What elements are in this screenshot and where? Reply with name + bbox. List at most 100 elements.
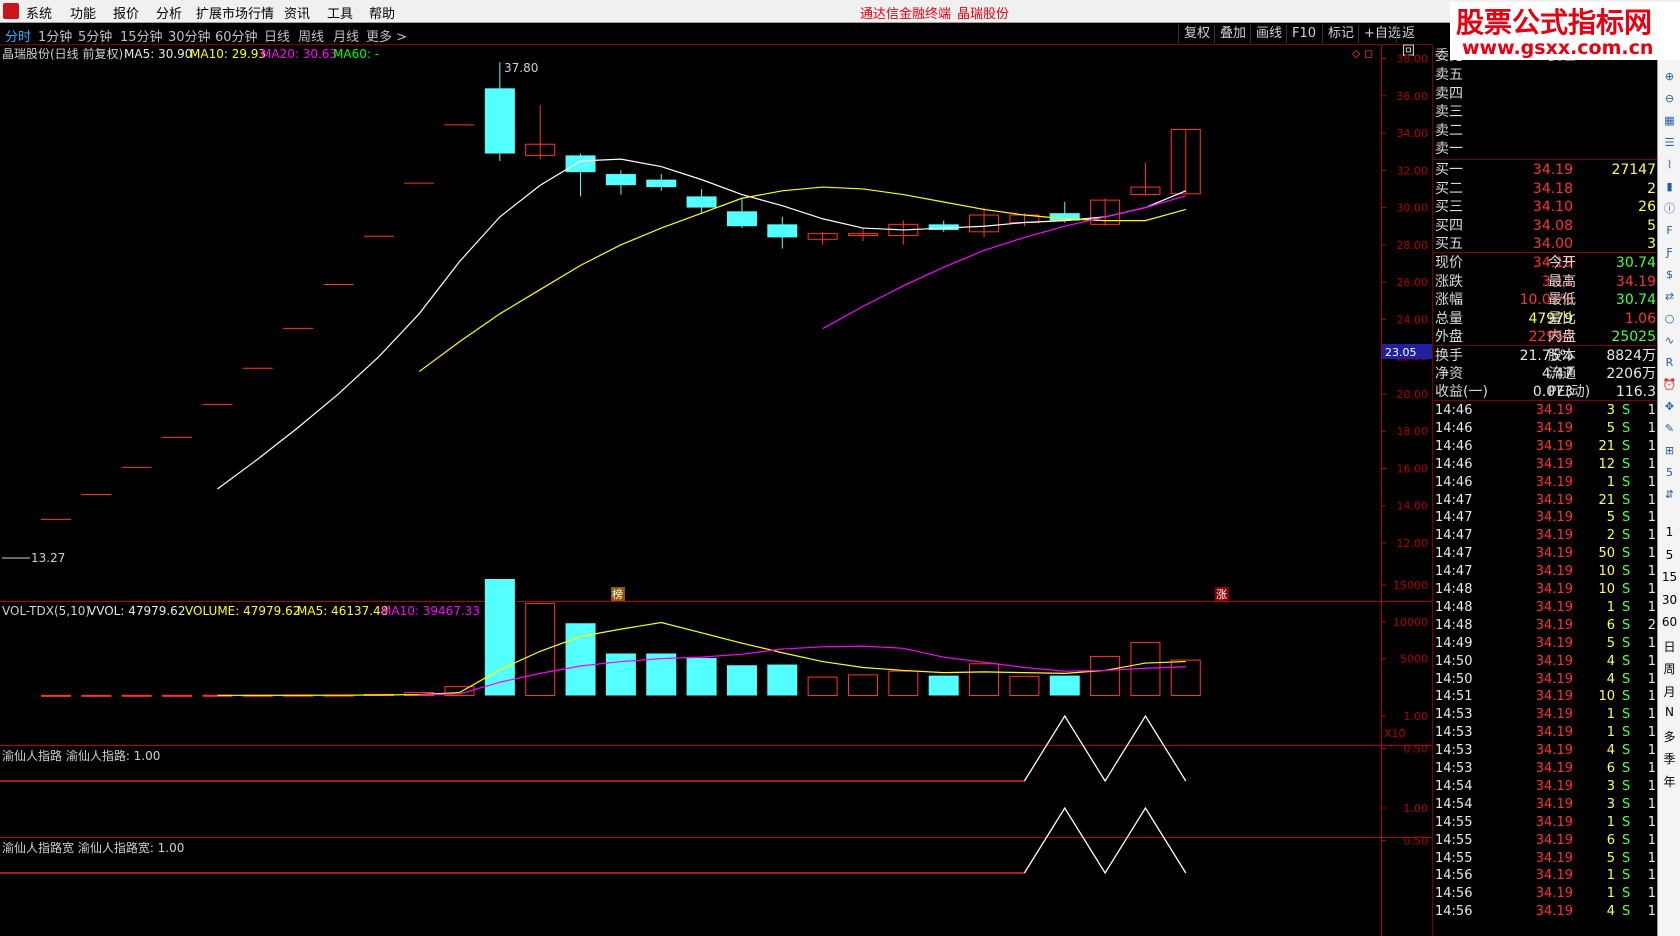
- rsi-icon[interactable]: R: [1661, 354, 1678, 371]
- trade-tick-row[interactable]: 14:48 34.19 1 S 1: [1433, 599, 1657, 617]
- period-5min[interactable]: 5分钟: [78, 26, 112, 45]
- period-shortcut-9[interactable]: N: [1658, 705, 1680, 719]
- f10-icon[interactable]: F: [1661, 222, 1678, 239]
- period-shortcut-2[interactable]: 5: [1658, 548, 1680, 562]
- period-shortcut-6[interactable]: 日: [1658, 638, 1680, 655]
- menu-function[interactable]: 功能: [70, 3, 96, 22]
- trade-tick-row[interactable]: 14:55 34.19 1 S 1: [1433, 814, 1657, 832]
- tick-volume: 6: [1606, 761, 1615, 776]
- f5-icon[interactable]: 5: [1661, 464, 1678, 481]
- vol-tick-label: 10000: [1393, 616, 1428, 629]
- menu-news[interactable]: 资讯: [284, 3, 310, 22]
- trade-tick-row[interactable]: 14:56 34.19 1 S 1: [1433, 867, 1657, 885]
- tick-side: S: [1622, 582, 1631, 597]
- trade-tick-row[interactable]: 14:47 34.19 2 S 1: [1433, 527, 1657, 545]
- badge-right[interactable]: 涨: [1216, 588, 1227, 601]
- tick-side: S: [1622, 456, 1631, 472]
- crosshair-icon[interactable]: ✥: [1661, 398, 1678, 415]
- trade-tick-row[interactable]: 14:46 34.19 21 S 1: [1433, 438, 1657, 456]
- alarm-icon[interactable]: ⏰: [1661, 376, 1678, 393]
- period-shortcut-5[interactable]: 60: [1658, 615, 1680, 629]
- list-icon[interactable]: ☰: [1661, 134, 1678, 151]
- period-shortcut-10[interactable]: 多: [1658, 728, 1680, 745]
- period-shortcut-11[interactable]: 季: [1658, 750, 1680, 767]
- trade-tick-row[interactable]: 14:46 34.19 12 S 1: [1433, 456, 1657, 474]
- period-more[interactable]: 更多 >: [366, 26, 407, 45]
- kline-chart[interactable]: 晶瑞股份(日线 前复权) MA5: 30.90 MA10: 29.93 MA20…: [0, 45, 1432, 936]
- pencil-icon[interactable]: ✎: [1661, 420, 1678, 437]
- period-daily[interactable]: 日线: [264, 26, 290, 45]
- bid-row: 买二 34.18 2: [1433, 180, 1657, 199]
- line-chart-icon[interactable]: ⌇: [1661, 156, 1678, 173]
- period-monthly[interactable]: 月线: [333, 26, 359, 45]
- trade-tick-row[interactable]: 14:48 34.19 6 S 2: [1433, 617, 1657, 635]
- indicator1-signal-line: [1023, 714, 1187, 783]
- tool-draw[interactable]: 画线: [1250, 25, 1287, 43]
- trade-tick-row[interactable]: 14:47 34.19 5 S 1: [1433, 509, 1657, 527]
- chart-switch-icon[interactable]: ⇵: [1661, 486, 1678, 503]
- trade-tick-row[interactable]: 14:49 34.19 5 S 1: [1433, 635, 1657, 653]
- trade-tick-row[interactable]: 14:50 34.19 4 S 1: [1433, 671, 1657, 689]
- tool-back[interactable]: 返回: [1396, 25, 1432, 59]
- ring-icon[interactable]: ○: [1661, 310, 1678, 327]
- trade-tick-row[interactable]: 14:56 34.19 1 S 1: [1433, 885, 1657, 903]
- period-1min[interactable]: 1分钟: [38, 26, 72, 45]
- wave-icon[interactable]: ∿: [1661, 332, 1678, 349]
- period-60min[interactable]: 60分钟: [215, 26, 258, 45]
- period-timeshare[interactable]: 分时: [5, 26, 31, 45]
- trade-tick-row[interactable]: 14:53 34.19 1 S 1: [1433, 706, 1657, 724]
- trade-tick-row[interactable]: 14:47 34.19 10 S 1: [1433, 563, 1657, 581]
- menu-tools[interactable]: 工具: [327, 3, 353, 22]
- bar-chart-icon[interactable]: ▮: [1661, 178, 1678, 195]
- grid-icon[interactable]: ▦: [1661, 112, 1678, 129]
- menu-ext-market[interactable]: 扩展市场行情: [196, 3, 274, 22]
- trade-tick-row[interactable]: 14:51 34.19 10 S 1: [1433, 688, 1657, 706]
- zoom-in-icon[interactable]: ⊕: [1661, 68, 1678, 85]
- menu-system[interactable]: 系统: [26, 3, 52, 22]
- trade-tick-row[interactable]: 14:48 34.19 10 S 1: [1433, 581, 1657, 599]
- fundamentals-icon[interactable]: Ƒ: [1661, 244, 1678, 261]
- period-shortcut-1[interactable]: 1: [1658, 525, 1680, 539]
- compare-icon[interactable]: ⇄: [1661, 288, 1678, 305]
- vol-tick-label: 5000: [1400, 653, 1428, 666]
- bid-price: 34.10: [1532, 199, 1573, 215]
- menu-quote[interactable]: 报价: [113, 3, 139, 22]
- trade-tick-row[interactable]: 14:55 34.19 6 S 1: [1433, 832, 1657, 850]
- tick-price: 34.19: [1535, 617, 1573, 633]
- tool-adjust[interactable]: 复权: [1178, 25, 1215, 43]
- trade-tick-row[interactable]: 14:47 34.19 50 S 1: [1433, 545, 1657, 563]
- trade-tick-row[interactable]: 14:47 34.19 21 S 1: [1433, 492, 1657, 510]
- period-shortcut-4[interactable]: 30: [1658, 593, 1680, 607]
- trade-tick-row[interactable]: 14:53 34.19 1 S 1: [1433, 724, 1657, 742]
- price-tick-label: 28.00: [1397, 239, 1429, 252]
- trade-tick-row[interactable]: 14:56 34.19 4 S 1: [1433, 903, 1657, 921]
- trade-tick-row[interactable]: 14:46 34.19 1 S 1: [1433, 474, 1657, 492]
- period-15min[interactable]: 15分钟: [120, 26, 163, 45]
- tool-mark[interactable]: 标记: [1322, 25, 1359, 43]
- price-tick-label: 24.00: [1397, 313, 1429, 326]
- trade-tick-row[interactable]: 14:53 34.19 6 S 1: [1433, 760, 1657, 778]
- trade-tick-row[interactable]: 14:53 34.19 4 S 1: [1433, 742, 1657, 760]
- badge-left[interactable]: 榜: [612, 587, 623, 601]
- info-icon[interactable]: ⓘ: [1661, 200, 1678, 217]
- period-shortcut-8[interactable]: 月: [1658, 683, 1680, 700]
- trade-tick-row[interactable]: 14:54 34.19 3 S 1: [1433, 778, 1657, 796]
- trade-tick-row[interactable]: 14:46 34.19 5 S 1: [1433, 420, 1657, 438]
- period-shortcut-3[interactable]: 15: [1658, 570, 1680, 584]
- trade-tick-row[interactable]: 14:55 34.19 5 S 1: [1433, 850, 1657, 868]
- menu-help[interactable]: 帮助: [369, 3, 395, 22]
- trade-tick-row[interactable]: 14:46 34.19 3 S 1: [1433, 402, 1657, 420]
- trade-tick-row[interactable]: 14:50 34.19 4 S 1: [1433, 653, 1657, 671]
- finance-icon[interactable]: $: [1661, 266, 1678, 283]
- trade-tick-row[interactable]: 14:54 34.19 3 S 1: [1433, 796, 1657, 814]
- tool-f10[interactable]: F10: [1286, 25, 1321, 43]
- calc-icon[interactable]: ⊞: [1661, 442, 1678, 459]
- period-30min[interactable]: 30分钟: [168, 26, 211, 45]
- period-shortcut-7[interactable]: 周: [1658, 660, 1680, 677]
- tool-overlay[interactable]: 叠加: [1214, 25, 1251, 43]
- menu-analysis[interactable]: 分析: [156, 3, 182, 22]
- period-shortcut-12[interactable]: 年: [1658, 773, 1680, 790]
- zoom-out-icon[interactable]: ⊖: [1661, 90, 1678, 107]
- chart-options-icon[interactable]: ◇ ◻: [1352, 47, 1373, 60]
- period-weekly[interactable]: 周线: [298, 26, 324, 45]
